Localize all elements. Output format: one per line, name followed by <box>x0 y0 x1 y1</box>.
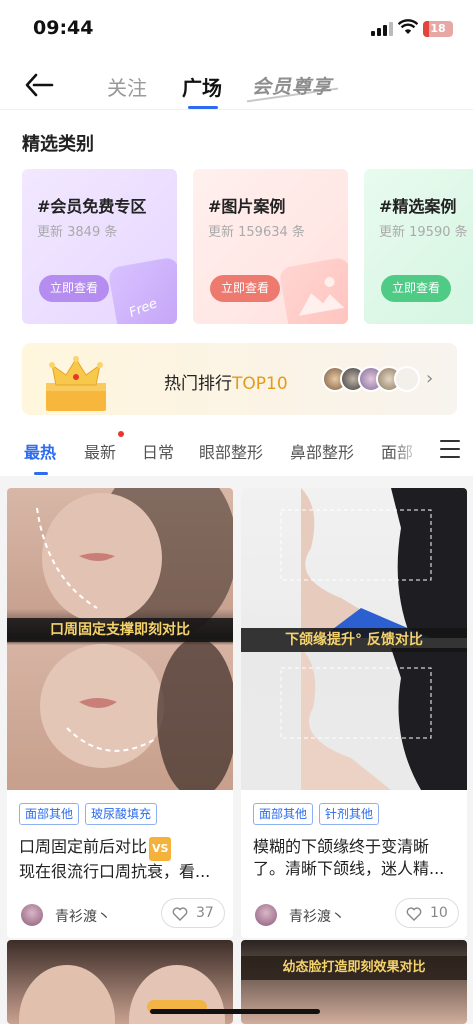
battery-icon: 18 <box>423 21 453 37</box>
subtab-eye-surgery[interactable]: 眼部整形 <box>199 439 263 463</box>
category-card-selected-cases[interactable]: #精选案例 更新 19590 条 立即查看 <box>364 169 473 324</box>
like-button[interactable]: 37 <box>161 898 225 928</box>
tab-active-indicator <box>188 106 218 109</box>
tab-follow[interactable]: 关注 <box>107 72 147 101</box>
post-feed: 口周固定支撑即刻对比 面部其他 玻尿酸填充 口周固定前后对比 VS 现在很流行口周抗… <box>0 476 473 1024</box>
category-title: #图片案例 <box>208 197 286 216</box>
calendar-icon: Free <box>107 256 177 324</box>
like-count: 37 <box>196 905 214 921</box>
author-name: 青衫渡丶 <box>55 909 111 925</box>
view-now-button[interactable]: 立即查看 <box>39 275 109 302</box>
post-card[interactable]: 下颌缘提升° 反馈对比 面部其他 针剂其他 模糊的下颌缘终于变清晰了。清晰下颌线，… <box>241 488 467 938</box>
status-bar: 09:44 18 <box>0 0 473 56</box>
ranking-avatars <box>322 366 422 394</box>
post-tags: 面部其他 玻尿酸填充 <box>19 803 163 827</box>
post-title-line1: 口周固定前后对比 <box>19 837 148 856</box>
top-nav: 关注 广场 会员尊享 <box>0 60 473 110</box>
post-card[interactable]: 口周固定支撑即刻对比 面部其他 玻尿酸填充 口周固定前后对比 VS 现在很流行口周抗… <box>7 488 233 938</box>
subtab-nose-surgery[interactable]: 鼻部整形 <box>290 439 354 463</box>
home-indicator <box>150 1009 320 1014</box>
view-now-button[interactable]: 立即查看 <box>381 275 451 302</box>
heart-icon <box>406 907 422 921</box>
tabs-fade <box>392 430 422 470</box>
post-title-line2: 现在很流行口周抗衰，看... <box>19 862 211 881</box>
category-tabs: 最热 最新 日常 眼部整形 鼻部整形 面部 <box>0 430 473 476</box>
avatar <box>394 366 420 392</box>
category-count: 更新 3849 条 <box>37 225 118 240</box>
avatar <box>21 904 43 926</box>
status-time: 09:44 <box>33 17 94 39</box>
view-now-button[interactable]: 立即查看 <box>210 275 280 302</box>
post-title: 模糊的下颌缘终于变清晰了。清晰下颌线，迷人精... <box>253 837 445 878</box>
tag-chip[interactable]: 针剂其他 <box>319 803 380 825</box>
subtab-hottest[interactable]: 最热 <box>24 439 56 463</box>
before-after-photo: 下颌缘提升° 反馈对比 <box>241 488 467 790</box>
before-after-photo: 口周固定支撑即刻对比 <box>7 488 233 790</box>
crown-trophy-icon <box>46 356 106 411</box>
category-title: #精选案例 <box>379 197 457 216</box>
category-count: 更新 19590 条 <box>379 225 468 240</box>
heart-icon <box>172 907 188 921</box>
post-title: 口周固定前后对比 VS 现在很流行口周抗衰，看... <box>19 836 225 883</box>
subtab-latest[interactable]: 最新 <box>84 439 116 463</box>
like-count: 10 <box>430 905 448 921</box>
back-arrow-icon[interactable] <box>22 71 56 99</box>
tab-vip[interactable]: 会员尊享 <box>252 72 332 99</box>
photo-caption: 幼态脸打造即刻效果对比 <box>241 956 467 980</box>
tag-chip[interactable]: 面部其他 <box>19 803 80 825</box>
category-card-vip-free[interactable]: #会员免费专区 更新 3849 条 立即查看 Free <box>22 169 177 324</box>
section-title: 精选类别 <box>22 134 94 155</box>
photo-caption: 下颌缘提升° 反馈对比 <box>241 628 467 652</box>
category-title: #会员免费专区 <box>37 197 147 216</box>
post-tags: 面部其他 针剂其他 <box>253 803 385 827</box>
like-button[interactable]: 10 <box>395 898 459 928</box>
subtab-active-indicator <box>34 472 48 475</box>
tag-chip[interactable]: 玻尿酸填充 <box>85 803 158 825</box>
vs-badge: VS <box>149 837 172 861</box>
category-card-image-cases[interactable]: #图片案例 更新 159634 条 立即查看 <box>193 169 348 324</box>
battery-level: 18 <box>430 22 446 35</box>
chevron-right-icon: › <box>426 368 434 389</box>
signal-icon <box>371 22 393 36</box>
picture-icon <box>278 256 348 324</box>
photo-caption: 口周固定支撑即刻对比 <box>7 618 233 642</box>
author-name: 青衫渡丶 <box>289 909 345 925</box>
subtab-daily[interactable]: 日常 <box>142 439 174 463</box>
category-carousel: #会员免费专区 更新 3849 条 立即查看 Free #图片案例 更新 159… <box>22 169 473 325</box>
wifi-icon <box>398 19 418 34</box>
tag-chip[interactable]: 面部其他 <box>253 803 314 825</box>
ranking-text: 热门排行 <box>164 374 232 394</box>
deco-free-text: Free <box>127 296 160 321</box>
category-count: 更新 159634 条 <box>208 225 305 240</box>
menu-icon[interactable] <box>440 440 460 458</box>
new-dot-badge <box>118 431 124 437</box>
ranking-highlight: TOP10 <box>232 374 288 394</box>
tab-square[interactable]: 广场 <box>182 72 222 101</box>
hot-ranking-banner[interactable]: 热门排行TOP10 › <box>22 343 457 415</box>
ranking-title: 热门排行TOP10 <box>164 369 288 394</box>
avatar <box>255 904 277 926</box>
